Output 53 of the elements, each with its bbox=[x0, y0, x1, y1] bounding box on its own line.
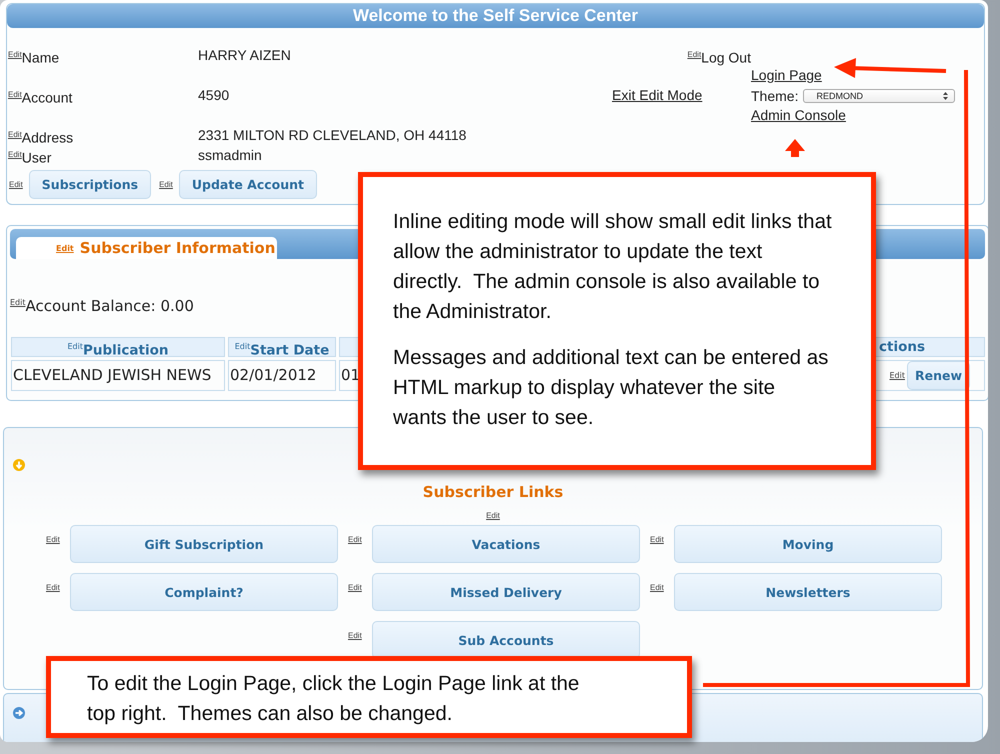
arrow-up-icon bbox=[785, 139, 805, 157]
callout-text: To edit the Login Page, click the Login Page link at the top right. Themes can also be changed. bbox=[87, 671, 580, 727]
link-button[interactable]: Complaint? bbox=[70, 573, 338, 612]
edit-link[interactable]: Edit bbox=[46, 583, 70, 592]
link-button[interactable]: Newsletters bbox=[674, 573, 942, 612]
link-button[interactable]: Vacations bbox=[372, 525, 640, 564]
edit-link[interactable]: Edit bbox=[8, 90, 22, 99]
field-label: Account bbox=[22, 90, 72, 106]
header-button[interactable]: Subscriptions bbox=[28, 170, 152, 199]
link-button[interactable]: Gift Subscription bbox=[70, 525, 338, 564]
field-label: User bbox=[22, 150, 52, 166]
edit-link[interactable]: Edit bbox=[8, 150, 22, 159]
callout-text: Inline editing mode will show small edit links that allow the administrator to update the text directly. The admin console is also available to the Administrator. bbox=[393, 209, 833, 325]
expand-down-icon[interactable] bbox=[13, 459, 25, 471]
field-value: HARRY AIZEN bbox=[198, 46, 291, 65]
column-header: $^{Edit}$Publication bbox=[11, 337, 225, 357]
edit-link[interactable]: Edit bbox=[348, 583, 372, 592]
edit-link[interactable]: Edit bbox=[8, 50, 22, 59]
page-title: Welcome to the Self Service Center bbox=[7, 4, 984, 28]
edit-link[interactable]: Edit bbox=[8, 130, 22, 139]
edit-link[interactable]: Edit bbox=[348, 535, 372, 544]
edit-link[interactable]: Edit bbox=[889, 361, 905, 390]
edit-link[interactable]: Edit bbox=[687, 50, 702, 59]
edit-link[interactable]: Edit bbox=[159, 180, 173, 189]
edit-link[interactable]: Edit bbox=[9, 180, 23, 189]
column-header: $^{Edit}$Start Date bbox=[228, 337, 336, 357]
renew-button[interactable]: Renew bbox=[906, 361, 970, 390]
edit-link[interactable]: Edit bbox=[486, 511, 500, 520]
field-label: Name bbox=[22, 50, 60, 66]
field-value: ssmadmin bbox=[198, 146, 262, 165]
edit-link[interactable]: Edit bbox=[10, 298, 26, 307]
login-page-link[interactable]: Login Page bbox=[751, 66, 822, 86]
log-out-link[interactable]: Log Out bbox=[701, 50, 751, 66]
admin-console-link[interactable]: Admin Console bbox=[751, 106, 846, 124]
edit-link[interactable]: Edit bbox=[46, 535, 70, 544]
updown-caret-icon bbox=[943, 92, 948, 100]
field-value: 4590 bbox=[198, 86, 230, 105]
theme-label: Theme: bbox=[751, 87, 798, 105]
table-cell: 02/01/2012 bbox=[228, 360, 336, 391]
header-button[interactable]: Update Account bbox=[178, 170, 318, 199]
link-button[interactable]: Moving bbox=[674, 525, 942, 564]
field-label: Address bbox=[22, 130, 74, 146]
section-title: Subscriber Links bbox=[422, 483, 564, 501]
account-balance: Account Balance: 0.00 bbox=[26, 297, 194, 315]
link-button[interactable]: Missed Delivery bbox=[372, 573, 640, 612]
expand-right-icon[interactable] bbox=[13, 707, 25, 719]
edit-link[interactable]: Edit bbox=[650, 535, 674, 544]
exit-edit-mode-link[interactable]: Exit Edit Mode bbox=[612, 86, 702, 106]
edit-link[interactable]: Edit bbox=[348, 631, 372, 640]
field-value: 2331 MILTON RD CLEVELAND, OH 44118 bbox=[198, 126, 466, 145]
table-cell: CLEVELAND JEWISH NEWS bbox=[11, 360, 225, 391]
theme-select[interactable]: REDMOND bbox=[803, 89, 956, 103]
edit-link[interactable]: Edit bbox=[650, 583, 674, 592]
